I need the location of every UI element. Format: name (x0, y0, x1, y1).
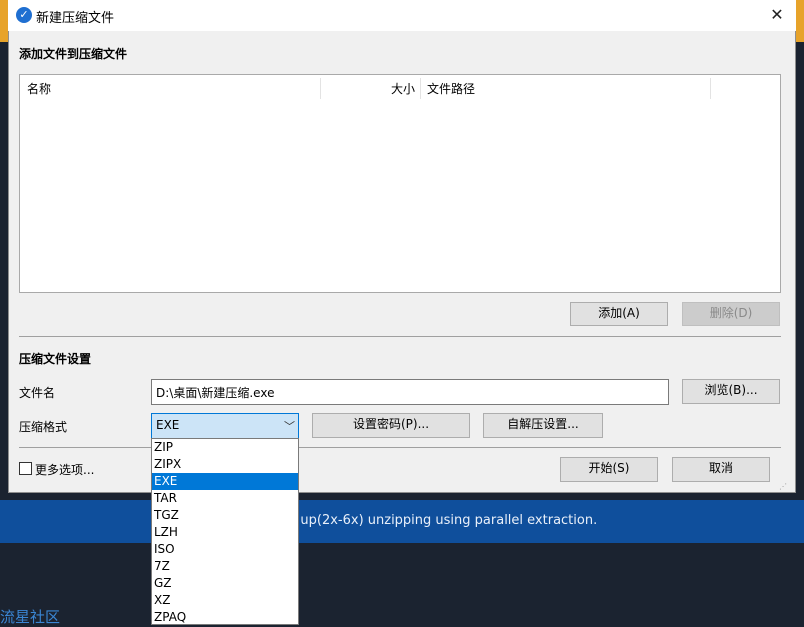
background-community-label: 流星社区 (0, 608, 61, 626)
divider (19, 447, 781, 448)
start-button[interactable]: 开始(S) (560, 457, 658, 482)
format-option-selected[interactable]: EXE (152, 473, 298, 490)
sfx-settings-button[interactable]: 自解压设置... (483, 413, 603, 438)
format-option[interactable]: LZH (152, 524, 298, 541)
resize-grip-icon[interactable]: ⋰ (779, 482, 787, 491)
format-option[interactable]: TGZ (152, 507, 298, 524)
format-option[interactable]: XZ (152, 592, 298, 609)
column-separator (710, 78, 711, 99)
set-password-button[interactable]: 设置密码(P)... (312, 413, 470, 438)
filename-label: 文件名 (19, 386, 56, 400)
background-dark-area (0, 543, 804, 625)
format-select[interactable]: EXE (151, 413, 299, 439)
filename-input[interactable]: D:\桌面\新建压缩.exe (151, 379, 669, 405)
column-header-path[interactable]: 文件路径 (427, 80, 475, 97)
more-options-checkbox[interactable] (19, 462, 32, 475)
close-icon[interactable]: ✕ (764, 3, 790, 27)
format-option[interactable]: ZIPX (152, 456, 298, 473)
column-separator (420, 78, 421, 99)
format-dropdown-list: ZIP ZIPX EXE TAR TGZ LZH ISO 7Z GZ XZ ZP… (151, 438, 299, 625)
dialog-titlebar[interactable] (8, 0, 796, 31)
add-files-section-title: 添加文件到压缩文件 (19, 47, 128, 61)
format-option[interactable]: GZ (152, 575, 298, 592)
format-label: 压缩格式 (19, 420, 68, 434)
cancel-button[interactable]: 取消 (672, 457, 770, 482)
browse-button[interactable]: 浏览(B)... (682, 379, 780, 404)
delete-button[interactable]: 删除(D) (682, 302, 780, 326)
format-option[interactable]: ISO (152, 541, 298, 558)
column-separator (320, 78, 321, 99)
dialog-title: 新建压缩文件 (36, 11, 115, 26)
archive-settings-title: 压缩文件设置 (19, 352, 92, 366)
add-button[interactable]: 添加(A) (570, 302, 668, 326)
format-option[interactable]: ZPAQ (152, 609, 298, 624)
column-header-size[interactable]: 大小 (391, 80, 415, 97)
app-logo-icon: ✓ (16, 7, 32, 23)
format-option[interactable]: ZIP (152, 439, 298, 456)
divider (19, 336, 781, 337)
format-option[interactable]: TAR (152, 490, 298, 507)
more-options-label[interactable]: 更多选项... (35, 461, 94, 478)
column-header-name[interactable]: 名称 (27, 80, 51, 97)
background-banner-text: ed up(2x-6x) unzipping using parallel ex… (280, 513, 598, 528)
file-list[interactable] (19, 74, 781, 293)
chevron-down-icon[interactable]: ﹀ (284, 418, 295, 434)
format-option[interactable]: 7Z (152, 558, 298, 575)
